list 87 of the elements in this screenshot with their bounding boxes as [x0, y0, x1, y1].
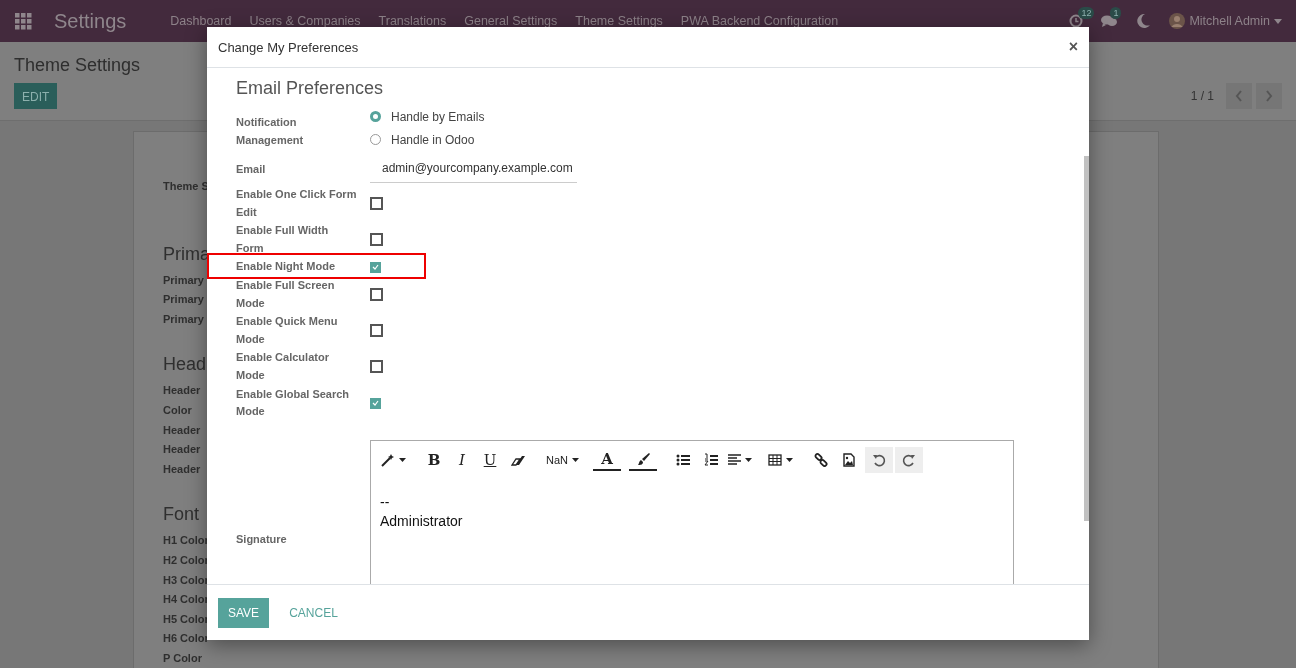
close-button[interactable]: ×: [1068, 38, 1078, 56]
field-label: Enable Full Width Form: [236, 223, 330, 256]
field-label: Header: [163, 461, 201, 477]
field-label: Enable Calculator Mode: [236, 350, 330, 383]
font-color-button[interactable]: A: [593, 448, 621, 471]
field-label: H2 Color: [163, 552, 209, 568]
field-label: Header: [163, 442, 201, 458]
redo-icon: [902, 452, 916, 467]
radio-option[interactable]: Handle by Emails: [370, 105, 485, 128]
italic-button[interactable]: I: [448, 446, 476, 473]
avatar-icon: [1169, 13, 1186, 29]
field-label: Enable One Click Form Edit: [236, 187, 358, 220]
scrollbar[interactable]: [1084, 156, 1089, 521]
field-label: Header: [163, 383, 201, 399]
field-label: Enable Full Screen Mode: [236, 277, 336, 311]
image-icon: [842, 452, 856, 467]
checkbox[interactable]: [370, 397, 381, 409]
section-title: Email Preferences: [236, 78, 385, 99]
checkbox[interactable]: [370, 360, 383, 374]
apps-menu-icon[interactable]: [14, 12, 32, 30]
field-label: H5 Color: [163, 611, 209, 627]
caret-icon: [399, 457, 406, 462]
checkbox[interactable]: [370, 324, 383, 338]
checkbox[interactable]: [370, 288, 383, 302]
undo-icon: [872, 452, 886, 467]
align-left-icon: [727, 452, 741, 467]
font-size-dropdown[interactable]: NaN: [544, 446, 581, 473]
link-icon: [814, 452, 828, 467]
save-button[interactable]: SAVE: [218, 597, 270, 628]
caret-icon: [786, 457, 793, 462]
chevron-right-icon: [1265, 90, 1273, 102]
signature-text: Administrator: [380, 512, 463, 529]
field-label: Enable Night Mode: [236, 259, 336, 275]
field-label: Enable Quick Menu Mode: [236, 314, 339, 347]
field-label: Notification Management: [236, 115, 305, 148]
field-label: Primary: [163, 292, 204, 308]
signature-text: --: [380, 493, 390, 510]
field-label: Primary: [163, 311, 204, 327]
table-icon: [768, 452, 782, 467]
edit-button[interactable]: EDIT: [14, 83, 58, 109]
field-label: H6 Color: [163, 631, 209, 647]
radio-option[interactable]: Handle in Odoo: [370, 128, 485, 151]
menu-item[interactable]: General Settings: [464, 14, 558, 28]
checkbox[interactable]: [370, 261, 381, 273]
field-label: Signature: [236, 531, 288, 547]
field-label: Color: [163, 402, 192, 418]
field-label: Email: [236, 162, 267, 178]
caret-icon: [572, 457, 579, 462]
field-label: Primary: [163, 272, 204, 288]
pager-text: 1 / 1: [1190, 89, 1214, 103]
field-label: Enable Global Search Mode: [236, 386, 351, 420]
page-title: Theme Settings: [14, 55, 141, 76]
caret-icon: [1274, 18, 1282, 24]
menu-item[interactable]: Translations: [378, 14, 447, 28]
paint-brush-icon: [636, 451, 650, 466]
menu-item[interactable]: PWA Backend Configuration: [680, 14, 839, 28]
email-field[interactable]: admin@yourcompany.example.com: [370, 157, 577, 183]
bullet-list-icon: [676, 452, 690, 467]
activity-count-badge: 12: [1078, 7, 1095, 19]
clock-icon[interactable]: [1069, 14, 1084, 28]
checkbox[interactable]: [370, 197, 383, 211]
section-heading: Head: [163, 353, 207, 377]
checkbox[interactable]: [370, 233, 383, 247]
menu-item[interactable]: Dashboard: [170, 14, 232, 28]
bold-button[interactable]: B: [420, 446, 448, 473]
field-label: P Color: [163, 650, 202, 666]
chat-icon[interactable]: [1101, 14, 1118, 28]
redo-button[interactable]: [895, 446, 923, 473]
dialog-title: Change My Preferences: [218, 39, 359, 55]
chevron-left-icon: [1235, 90, 1243, 102]
underline-button[interactable]: U: [476, 446, 504, 473]
field-label: H3 Color: [163, 572, 209, 588]
app-title: Settings: [54, 9, 127, 33]
user-menu[interactable]: Mitchell Admin: [1169, 13, 1282, 29]
field-label: H4 Color: [163, 592, 209, 608]
section-heading: Font: [163, 503, 200, 527]
moon-icon[interactable]: [1135, 13, 1152, 29]
menu-item[interactable]: Theme Settings: [575, 14, 663, 28]
cancel-button[interactable]: CANCEL: [283, 604, 344, 621]
message-count-badge: 1: [1110, 7, 1122, 19]
field-label: Header: [163, 422, 201, 438]
caret-icon: [745, 457, 752, 462]
field-label: H1 Color: [163, 533, 209, 549]
undo-button[interactable]: [865, 446, 893, 473]
numbered-list-icon: [704, 452, 718, 467]
menu-item[interactable]: Users & Companies: [249, 14, 361, 28]
magic-wand-icon: [381, 452, 395, 467]
